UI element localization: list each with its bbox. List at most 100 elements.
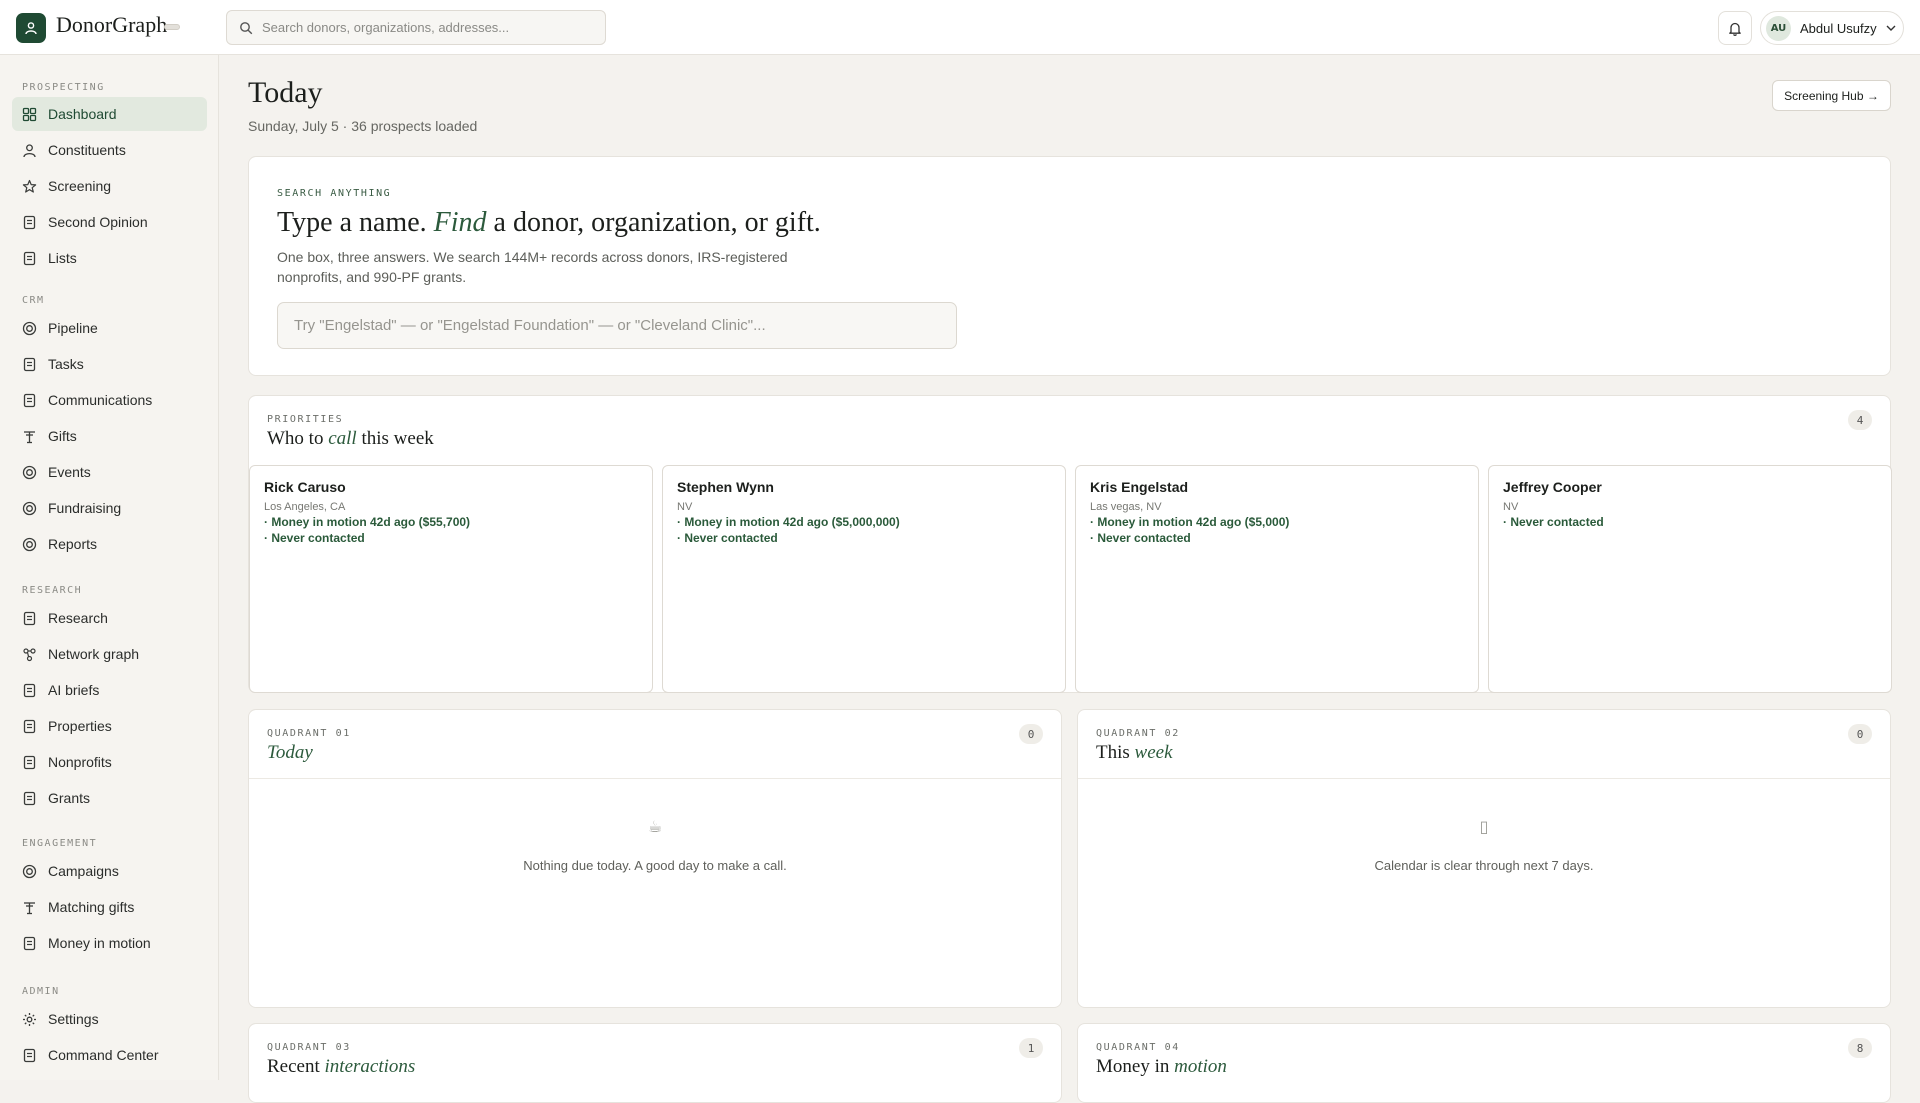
sidebar-item-label: Nonprofits	[48, 754, 112, 770]
sidebar-item-reports[interactable]: Reports	[12, 527, 207, 561]
sidebar-item-label: Communications	[48, 392, 153, 408]
top-bar: DonorGraph AU Abdul Usufzy	[0, 0, 1920, 55]
priorities-title-post: this week	[361, 428, 434, 449]
sidebar-item-label: Grants	[48, 790, 91, 806]
universal-search-input[interactable]	[277, 302, 957, 349]
target-icon	[22, 321, 37, 336]
sidebar-item-ai-briefs[interactable]: AI briefs	[12, 673, 207, 707]
doc-icon	[22, 755, 37, 770]
sidebar-item-properties[interactable]: Properties	[12, 709, 207, 743]
notifications-button[interactable]	[1718, 11, 1752, 45]
page-title: Today	[248, 76, 323, 109]
prospect-name: Jeffrey Cooper	[1503, 479, 1602, 495]
quadrant-count-badge: 1	[1019, 1038, 1043, 1058]
search-eyebrow: SEARCH ANYTHING	[277, 188, 392, 199]
sidebar-item-label: AI briefs	[48, 682, 100, 698]
app-name: DonorGraph	[56, 12, 168, 37]
prospect-location: NV	[677, 501, 693, 513]
doc-icon	[22, 683, 37, 698]
sidebar-item-screening[interactable]: Screening	[12, 169, 207, 203]
user-menu-button[interactable]: AU Abdul Usufzy	[1760, 11, 1904, 45]
target-icon	[22, 501, 37, 516]
prospect-location: Los Angeles, CA	[264, 501, 346, 513]
quadrant-count-badge: 8	[1848, 1038, 1872, 1058]
quadrant-count-badge: 0	[1848, 724, 1872, 744]
quadrant-eyebrow: QUADRANT 01	[267, 728, 351, 739]
bell-icon	[1729, 22, 1741, 36]
quadrant-title-pre: Recent	[267, 1056, 320, 1077]
quadrant-title-em: interactions	[324, 1056, 416, 1077]
sidebar-item-events[interactable]: Events	[12, 455, 207, 489]
doc-icon	[22, 936, 37, 951]
calendar-icon: ▯	[1479, 819, 1489, 836]
network-icon	[22, 647, 37, 662]
sidebar-item-second-opinion[interactable]: Second Opinion	[12, 205, 207, 239]
sidebar-item-label: Command Center	[48, 1047, 159, 1063]
quadrant-eyebrow: QUADRANT 04	[1096, 1042, 1180, 1053]
sidebar-item-label: Matching gifts	[48, 899, 135, 915]
sidebar-item-pipeline[interactable]: Pipeline	[12, 311, 207, 345]
quadrant-title: Money in motion	[1096, 1056, 1227, 1078]
quadrant-title-pre: This	[1096, 742, 1130, 763]
prospect-signal: · Never contacted	[1090, 531, 1191, 545]
nav-section-prospecting: PROSPECTING	[22, 82, 105, 93]
nav-section-crm: CRM	[22, 295, 45, 306]
sidebar-item-gifts[interactable]: Gifts	[12, 419, 207, 453]
prospect-card[interactable]: Jeffrey Cooper NV · Never contacted	[1488, 465, 1892, 693]
priorities-title: Who to call this week	[267, 428, 434, 450]
prospect-signal: · Never contacted	[264, 531, 365, 545]
sidebar-toggle[interactable]	[164, 24, 180, 30]
sidebar-item-label: Properties	[48, 718, 112, 734]
divider	[1078, 778, 1890, 779]
sidebar-item-matching-gifts[interactable]: Matching gifts	[12, 890, 207, 924]
sidebar-item-label: Screening	[48, 178, 112, 194]
sidebar-item-constituents[interactable]: Constituents	[12, 133, 207, 167]
logo-icon[interactable]	[16, 13, 46, 43]
sidebar-item-tasks[interactable]: Tasks	[12, 347, 207, 381]
sidebar-item-dashboard[interactable]: Dashboard	[12, 97, 207, 131]
prospect-name: Kris Engelstad	[1090, 479, 1189, 495]
nav-section-engagement: ENGAGEMENT	[22, 838, 98, 849]
sidebar-item-money-in-motion[interactable]: Money in motion	[12, 926, 207, 960]
sidebar-item-label: Reports	[48, 536, 98, 552]
doc-icon	[22, 719, 37, 734]
gift-icon	[22, 429, 37, 444]
prospect-card[interactable]: Kris Engelstad Las vegas, NV · Money in mo…	[1075, 465, 1479, 693]
sidebar-item-fundraising[interactable]: Fundraising	[12, 491, 207, 525]
prospect-name: Rick Caruso	[264, 479, 346, 495]
prospect-signal: · Never contacted	[677, 531, 778, 545]
screening-hub-button[interactable]: Screening Hub →	[1772, 80, 1891, 111]
sidebar-item-command-center[interactable]: Command Center	[12, 1038, 207, 1072]
prospect-card[interactable]: Rick Caruso Los Angeles, CA · Money in mot…	[249, 465, 653, 693]
search-title-post: a donor, organization, or gift.	[493, 207, 821, 238]
sidebar-item-label: Events	[48, 464, 91, 480]
sidebar-item-network-graph[interactable]: Network graph	[12, 637, 207, 671]
sidebar-item-campaigns[interactable]: Campaigns	[12, 854, 207, 888]
sidebar-item-label: Research	[48, 610, 108, 626]
sidebar-item-communications[interactable]: Communications	[12, 383, 207, 417]
quadrant-title-em: Today	[267, 742, 313, 763]
sidebar-item-lists[interactable]: Lists	[12, 241, 207, 275]
sidebar-item-grants[interactable]: Grants	[12, 781, 207, 815]
sidebar-item-settings[interactable]: Settings	[12, 1002, 207, 1036]
search-icon	[240, 21, 253, 34]
sidebar-item-nonprofits[interactable]: Nonprofits	[12, 745, 207, 779]
sidebar-item-label: Gifts	[48, 428, 77, 444]
sidebar-item-label: Money in motion	[48, 935, 151, 951]
search-title-pre: Type a name.	[277, 207, 427, 238]
target-icon	[22, 465, 37, 480]
global-search-input[interactable]	[262, 20, 582, 35]
sidebar-item-research[interactable]: Research	[12, 601, 207, 635]
search-title: Type a name. Find a donor, organization,…	[277, 207, 821, 239]
prospect-location: Las vegas, NV	[1090, 501, 1162, 513]
prospect-signal: · Money in motion 42d ago ($5,000,000)	[677, 515, 900, 529]
empty-state-text: Calendar is clear through next 7 days.	[1374, 858, 1594, 873]
prospect-card[interactable]: Stephen Wynn NV · Money in motion 42d ago …	[662, 465, 1066, 693]
doc-icon	[22, 215, 37, 230]
quadrant-card-1: QUADRANT 01 Today 0 ☕ Nothing due today. A g…	[248, 709, 1062, 1008]
quadrant-card-3: QUADRANT 03 Recent interactions 1	[248, 1023, 1062, 1103]
priorities-card: PRIORITIES Who to call this week 4 Rick …	[248, 395, 1892, 693]
target-icon	[22, 864, 37, 879]
chevron-down-icon	[1886, 25, 1896, 31]
global-search[interactable]	[226, 10, 606, 45]
